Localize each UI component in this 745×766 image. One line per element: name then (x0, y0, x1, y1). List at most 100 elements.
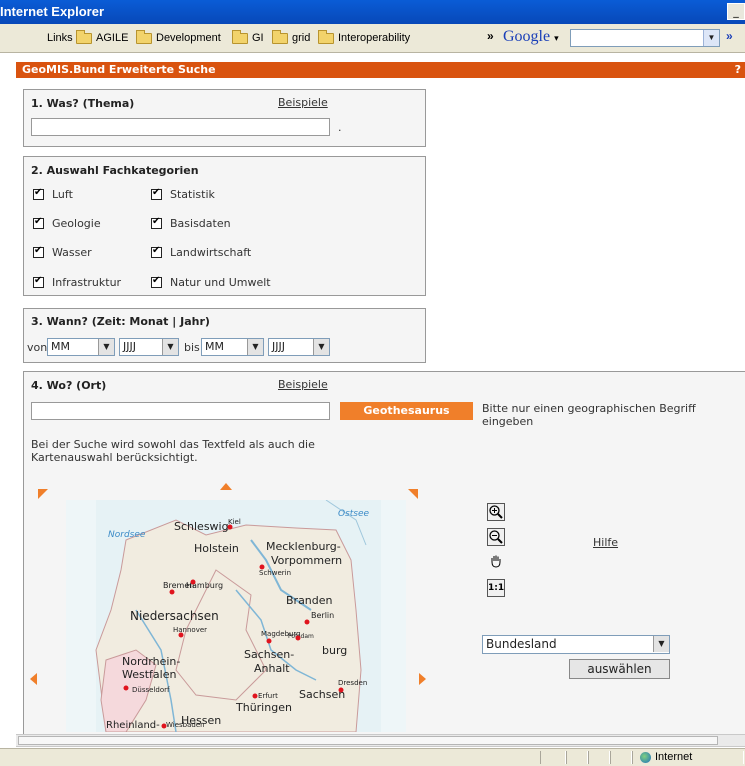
pan-northeast-arrow[interactable] (408, 489, 418, 499)
status-cell (566, 751, 588, 764)
checkbox-checked-icon (151, 187, 162, 200)
city-marker (259, 564, 265, 570)
von-label: von (27, 341, 48, 354)
location-search-input[interactable] (31, 402, 330, 420)
map-label: Hannover (173, 626, 207, 634)
link-agile[interactable]: AGILE (76, 29, 128, 46)
checkbox-wasser[interactable]: Wasser (33, 245, 92, 259)
section-location-title: 4. Wo? (Ort) (31, 379, 107, 392)
map-label: Holstein (194, 542, 239, 555)
hand-pan-icon[interactable] (487, 553, 505, 571)
links-label: Links (47, 32, 73, 44)
checkbox-checked-icon (33, 216, 44, 229)
select-region-button[interactable]: auswählen (569, 659, 670, 679)
folder-icon (136, 29, 152, 44)
pan-north-arrow[interactable] (220, 483, 232, 490)
page-title: GeoMIS.Bund Erweiterte Suche (22, 63, 216, 76)
topic-search-input[interactable] (31, 118, 330, 136)
checkbox-statistik[interactable]: Statistik (151, 187, 215, 201)
map-label: Schwerin (259, 569, 291, 577)
pan-northwest-arrow[interactable] (38, 489, 48, 499)
chevron-down-icon[interactable]: ▼ (162, 339, 178, 355)
chevron-down-icon[interactable]: ▼ (653, 636, 669, 652)
checkbox-checked-icon (33, 187, 44, 200)
pan-east-arrow[interactable] (419, 673, 426, 685)
pan-west-arrow[interactable] (30, 673, 37, 685)
checkbox-checked-icon (33, 245, 44, 258)
window-title-bar: Internet Explorer _ (0, 0, 745, 24)
checkbox-landwirtschaft[interactable]: Landwirtschaft (151, 245, 251, 259)
links-toolbar: Links AGILE Development GI grid Interope… (0, 24, 745, 53)
topic-examples-link[interactable]: Beispiele (278, 96, 328, 109)
map-label: Nordsee (108, 530, 146, 540)
geothesaurus-button[interactable]: Geothesaurus (340, 402, 473, 420)
folder-icon (318, 29, 334, 44)
status-cell (610, 751, 632, 764)
city-marker (295, 635, 301, 641)
folder-icon (76, 29, 92, 44)
chevron-down-icon[interactable]: ▼ (98, 339, 114, 355)
scrollbar-thumb[interactable] (18, 736, 718, 745)
checkbox-luft[interactable]: Luft (33, 187, 73, 201)
map-label: Sachsen (299, 688, 345, 701)
checkbox-checked-icon (33, 275, 44, 288)
from-month-select[interactable]: MM ▼ (47, 338, 115, 356)
city-marker (169, 589, 175, 595)
to-month-select[interactable]: MM ▼ (201, 338, 264, 356)
status-cell (540, 751, 566, 764)
city-marker (190, 579, 196, 585)
minimize-button[interactable]: _ (727, 3, 745, 20)
map-help-link[interactable]: Hilfe (593, 536, 618, 549)
link-interoperability[interactable]: Interoperability (318, 29, 410, 46)
map-graphic: Ostsee Nordsee Schleswig- Kiel Holstein … (66, 500, 406, 732)
to-year-select[interactable]: JJJJ ▼ (268, 338, 330, 356)
zoom-1-1-button[interactable]: 1:1 (487, 579, 505, 597)
window-title: Internet Explorer (0, 4, 105, 19)
section-topic-title: 1. Was? (Thema) (31, 97, 135, 110)
checkbox-checked-icon (151, 245, 162, 258)
horizontal-scrollbar[interactable] (16, 734, 745, 747)
map-label: Thüringen (235, 701, 292, 714)
map-label: Erfurt (258, 692, 278, 700)
folder-icon (232, 29, 248, 44)
location-examples-link[interactable]: Beispiele (278, 378, 328, 391)
region-type-select[interactable]: Bundesland ▼ (482, 635, 670, 654)
map-label: Dresden (338, 679, 367, 687)
section-time-title: 3. Wann? (Zeit: Monat | Jahr) (31, 315, 210, 328)
checkbox-natur-und-umwelt[interactable]: Natur und Umwelt (151, 275, 271, 289)
map-label: Niedersachsen (130, 609, 219, 623)
links-more-chevron[interactable]: » (487, 29, 494, 43)
link-development[interactable]: Development (136, 29, 221, 46)
checkbox-infrastruktur[interactable]: Infrastruktur (33, 275, 121, 289)
city-marker (178, 632, 184, 638)
link-gi[interactable]: GI (232, 29, 264, 46)
section-time: 3. Wann? (Zeit: Monat | Jahr) von MM ▼ JJ… (23, 308, 426, 363)
map-label: Vorpommern (271, 554, 342, 567)
city-marker (123, 685, 129, 691)
map-label: Rheinland- (106, 720, 160, 731)
checkbox-checked-icon (151, 216, 162, 229)
zoom-in-icon[interactable] (487, 503, 505, 521)
chevron-down-icon[interactable]: ▼ (703, 30, 719, 46)
zoom-out-icon[interactable] (487, 528, 505, 546)
map-label: Branden (286, 594, 333, 607)
from-year-select[interactable]: JJJJ ▼ (119, 338, 179, 356)
map-label: Berlin (311, 611, 334, 620)
google-search-input[interactable]: ▼ (570, 29, 720, 47)
link-grid[interactable]: grid (272, 29, 310, 46)
toolbar-more-chevron[interactable]: » (726, 29, 733, 43)
map-label: Nordrhein- (122, 655, 180, 668)
bis-label: bis (184, 341, 200, 354)
section-topic: 1. Was? (Thema) Beispiele . (23, 89, 426, 147)
map-label: Anhalt (254, 662, 290, 675)
chevron-down-icon[interactable]: ▼ (313, 339, 329, 355)
location-hint: Bitte nur einen geographischen Begriff e… (482, 402, 696, 428)
germany-map[interactable]: Ostsee Nordsee Schleswig- Kiel Holstein … (66, 500, 406, 732)
checkbox-basisdaten[interactable]: Basisdaten (151, 216, 231, 230)
city-marker (161, 723, 167, 729)
chevron-down-icon[interactable]: ▼ (247, 339, 263, 355)
google-toolbar-button[interactable]: Google ▾ (503, 28, 559, 46)
checkbox-geologie[interactable]: Geologie (33, 216, 101, 230)
help-question-button[interactable]: ? (735, 63, 741, 76)
map-label: Westfalen (122, 668, 176, 681)
